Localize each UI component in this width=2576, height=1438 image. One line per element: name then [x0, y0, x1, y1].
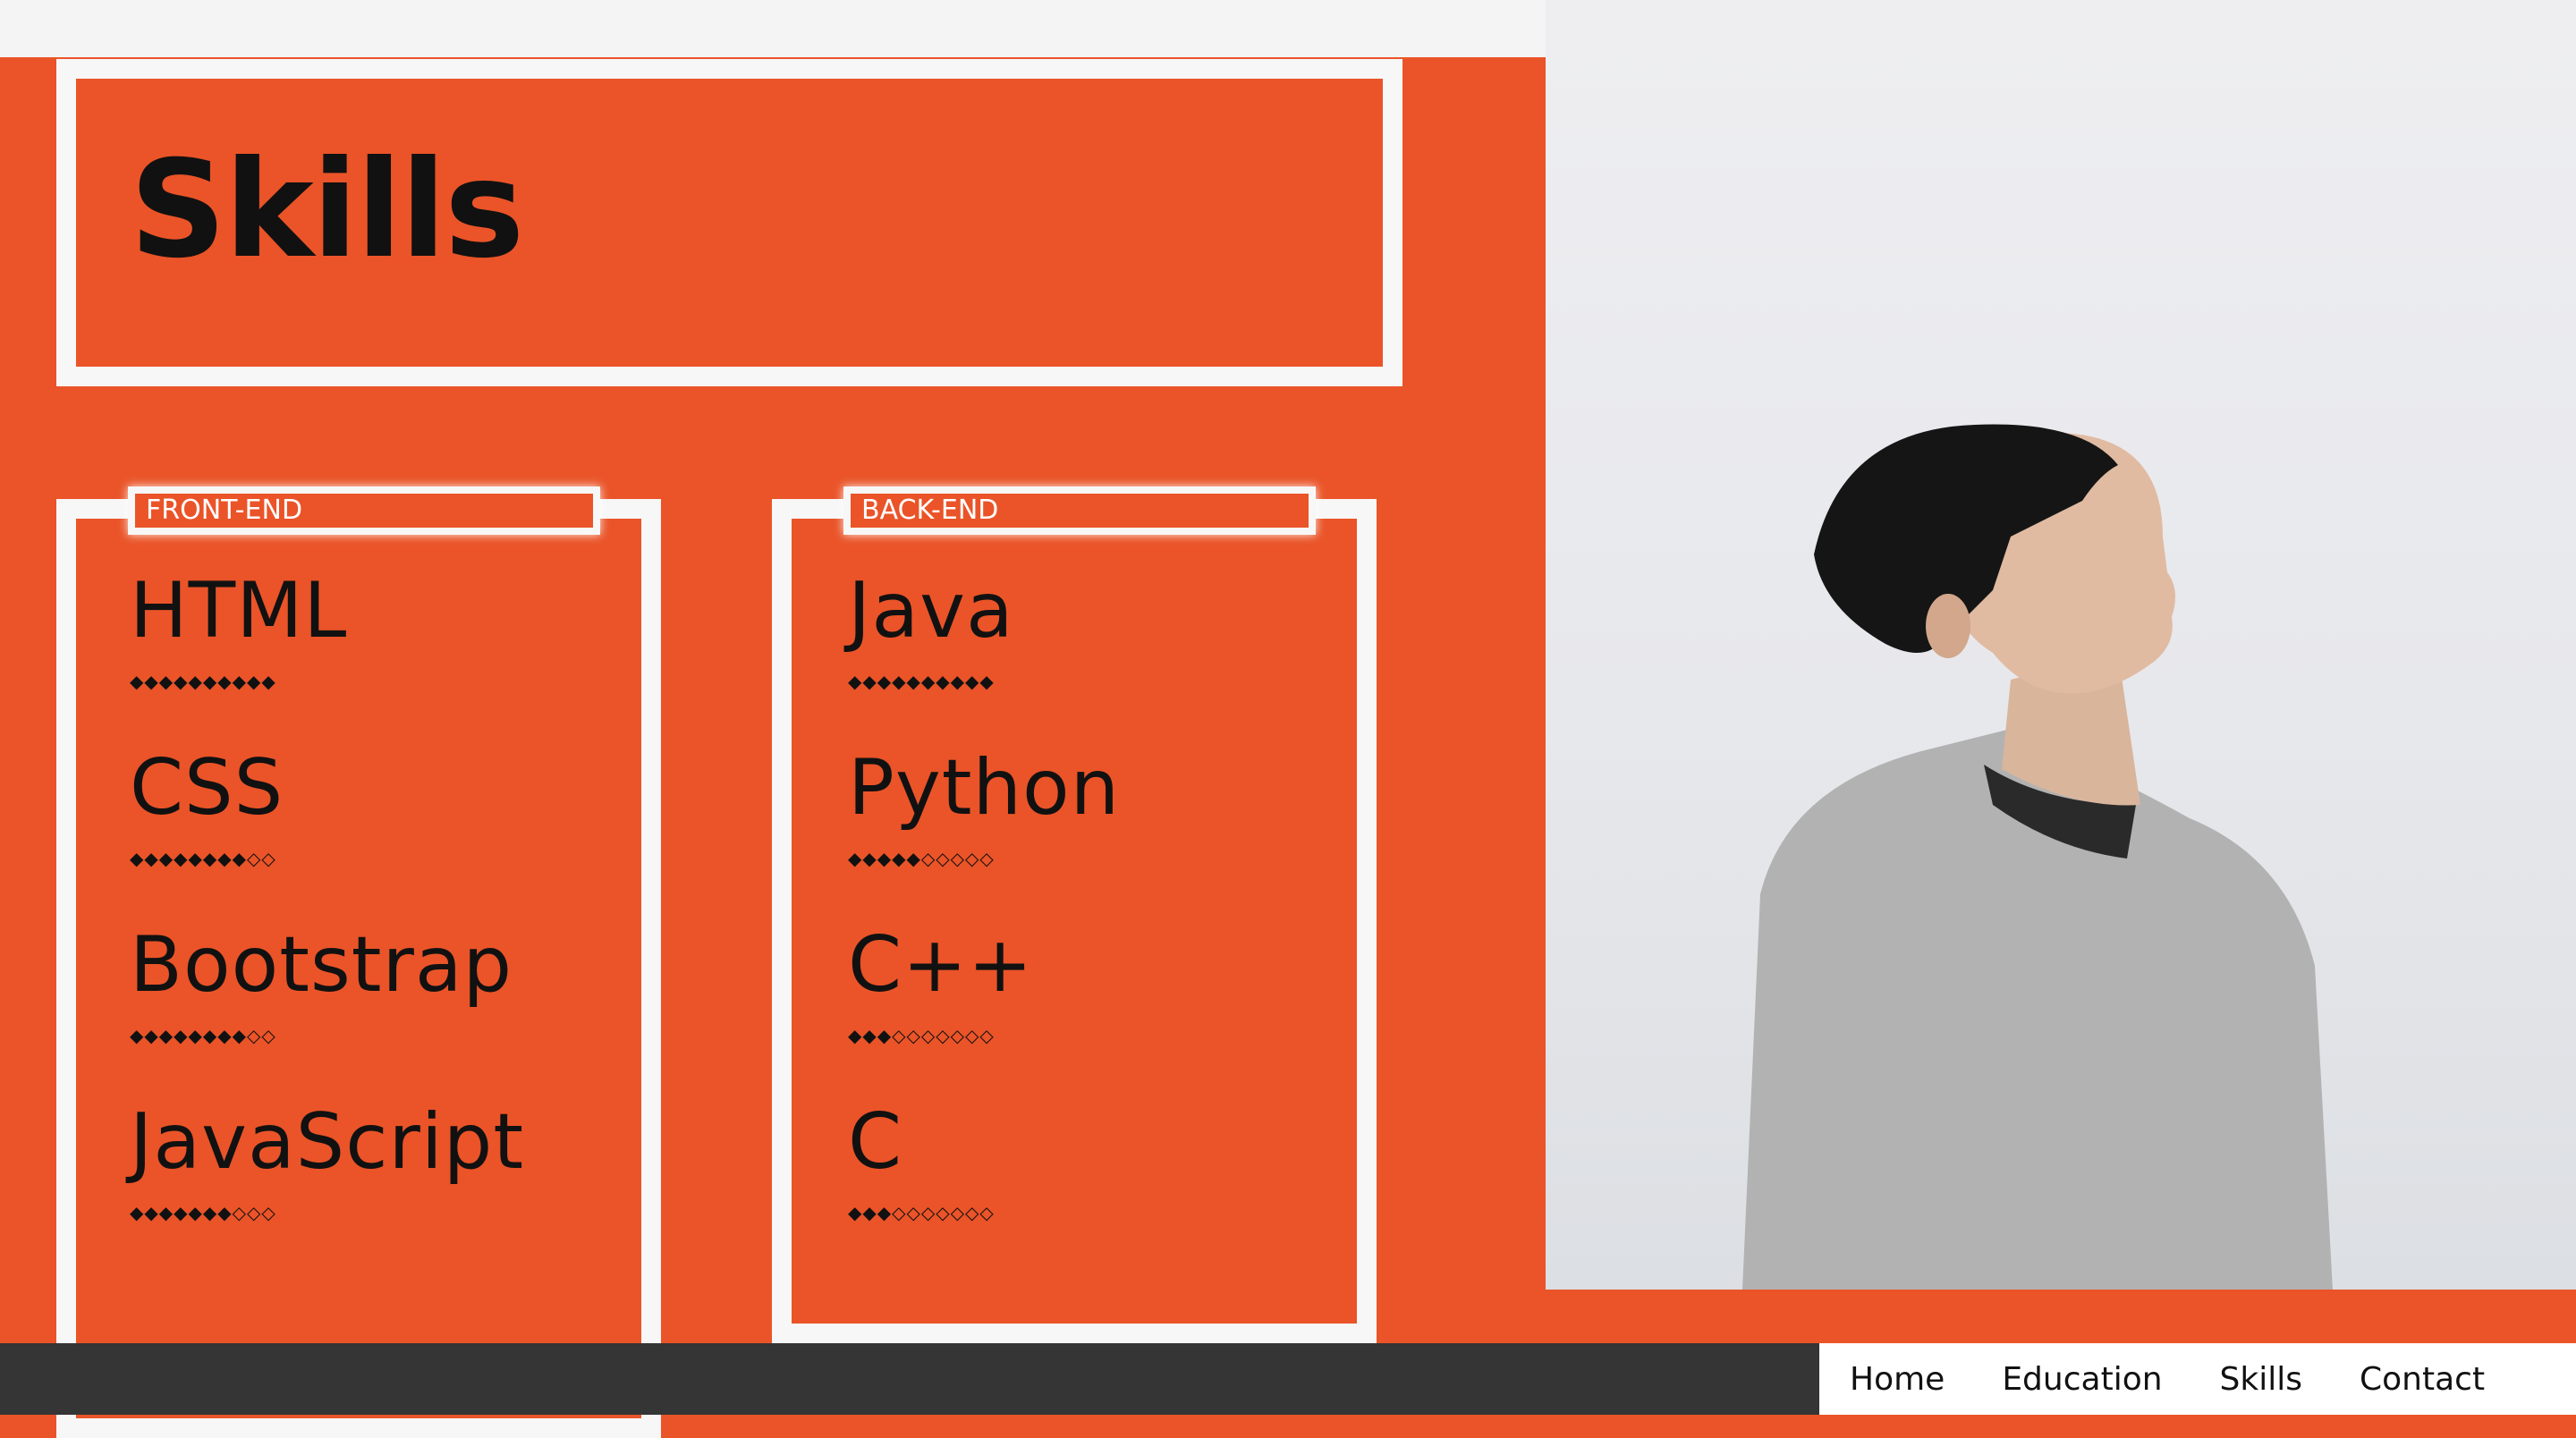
skill-item: JavaScript ◆◆◆◆◆◆◆◇◇◇ [130, 1104, 524, 1223]
skill-rating: ◆◆◆◇◇◇◇◇◇◇ [848, 1202, 995, 1223]
skill-name: CSS [130, 743, 284, 833]
skill-item: Java ◆◆◆◆◆◆◆◆◆◆ [848, 572, 1014, 692]
page-title: Skills [130, 132, 524, 288]
skill-item: C++ ◆◆◆◇◇◇◇◇◇◇ [848, 926, 1033, 1046]
skill-name: C [848, 1097, 903, 1187]
skill-item: C ◆◆◆◇◇◇◇◇◇◇ [848, 1104, 995, 1223]
skill-name: Python [848, 743, 1121, 833]
skill-rating: ◆◆◆◆◆◆◆◆◆◆ [130, 671, 276, 692]
skill-name: C++ [848, 920, 1034, 1010]
skill-item: CSS ◆◆◆◆◆◆◆◆◇◇ [130, 749, 284, 869]
nav-home[interactable]: Home [1850, 1361, 1945, 1398]
skill-rating: ◆◆◆◆◆◆◆◆◇◇ [130, 848, 276, 869]
frontend-label: FRONT-END [128, 486, 600, 535]
nav-skills[interactable]: Skills [2220, 1361, 2302, 1398]
skill-item: HTML ◆◆◆◆◆◆◆◆◆◆ [130, 572, 347, 692]
top-strip [0, 0, 1546, 57]
skill-item: Python ◆◆◆◆◆◇◇◇◇◇ [848, 749, 1120, 869]
skill-rating: ◆◆◆◆◆◆◆◇◇◇ [130, 1202, 276, 1223]
skill-name: Java [848, 566, 1014, 656]
skill-rating: ◆◆◆◇◇◇◇◇◇◇ [848, 1025, 995, 1046]
skill-name: Bootstrap [130, 920, 513, 1010]
skill-name: HTML [130, 566, 348, 656]
main-nav: Home Education Skills Contact [1819, 1343, 2576, 1415]
nav-contact[interactable]: Contact [2360, 1361, 2485, 1398]
person-illustration [1742, 424, 2333, 1290]
portrait-photo [1546, 0, 2576, 1290]
skill-name: JavaScript [130, 1097, 525, 1187]
backend-label: BACK-END [843, 486, 1316, 535]
skill-rating: ◆◆◆◆◆◆◆◆◆◆ [848, 671, 995, 692]
skill-item: Bootstrap ◆◆◆◆◆◆◆◆◇◇ [130, 926, 513, 1046]
skill-rating: ◆◆◆◆◆◇◇◇◇◇ [848, 848, 995, 869]
nav-education[interactable]: Education [2002, 1361, 2162, 1398]
skill-rating: ◆◆◆◆◆◆◆◆◇◇ [130, 1025, 276, 1046]
